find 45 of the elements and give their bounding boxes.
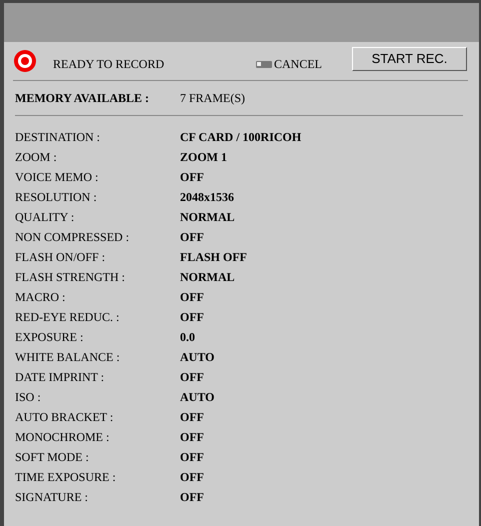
setting-label: WHITE BALANCE : <box>15 349 121 366</box>
setting-label: ZOOM : <box>15 149 58 166</box>
setting-label: VOICE MEMO : <box>15 169 100 186</box>
setting-label: NON COMPRESSED : <box>15 229 130 246</box>
cancel-key-icon <box>256 60 272 68</box>
setting-value: OFF <box>180 229 204 246</box>
setting-label: DATE IMPRINT : <box>15 369 106 386</box>
setting-label: FLASH ON/OFF : <box>15 249 106 266</box>
setting-value: OFF <box>180 169 204 186</box>
setting-value: NORMAL <box>180 269 235 286</box>
setting-label: EXPOSURE : <box>15 329 84 346</box>
setting-value: OFF <box>180 469 204 486</box>
setting-label: ISO : <box>15 389 42 406</box>
setting-value: OFF <box>180 309 204 326</box>
setting-value: OFF <box>180 449 204 466</box>
cancel-button[interactable]: CANCEL <box>256 55 322 73</box>
setting-value: 0.0 <box>180 329 195 346</box>
setting-value: OFF <box>180 289 204 306</box>
setting-value: FLASH OFF <box>180 249 248 266</box>
setting-value: OFF <box>180 429 204 446</box>
setting-value: AUTO <box>180 349 214 366</box>
setting-label: SOFT MODE : <box>15 449 90 466</box>
setting-value: 2048x1536 <box>180 189 234 206</box>
setting-label: MACRO : <box>15 289 66 306</box>
memory-label: MEMORY AVAILABLE : <box>15 90 150 107</box>
setting-value: ZOOM 1 <box>180 149 227 166</box>
setting-value: NORMAL <box>180 209 235 226</box>
status-text: READY TO RECORD <box>53 56 164 73</box>
setting-label: SIGNATURE : <box>15 489 90 506</box>
start-rec-button[interactable]: START REC. <box>352 47 467 71</box>
setting-label: DESTINATION : <box>15 129 101 146</box>
setting-value: CF CARD / 100RICOH <box>180 129 302 146</box>
record-target-icon <box>13 49 37 73</box>
setting-value: OFF <box>180 409 204 426</box>
setting-value: AUTO <box>180 389 214 406</box>
setting-label: FLASH STRENGTH : <box>15 269 126 286</box>
setting-label: QUALITY : <box>15 209 76 226</box>
memory-value: 7 FRAME(S) <box>180 90 246 107</box>
setting-label: MONOCHROME : <box>15 429 110 446</box>
setting-label: AUTO BRACKET : <box>15 409 114 426</box>
setting-value: OFF <box>180 489 204 506</box>
setting-value: OFF <box>180 369 204 386</box>
setting-label: RESOLUTION : <box>15 189 98 206</box>
setting-label: TIME EXPOSURE : <box>15 469 117 486</box>
setting-label: RED-EYE REDUC. : <box>15 309 120 326</box>
